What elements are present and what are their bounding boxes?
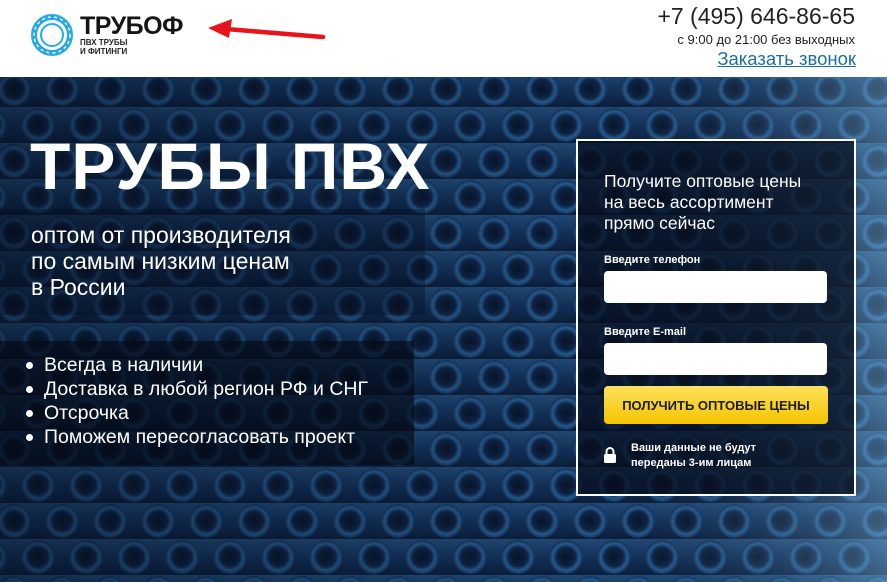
logo-text: ТРУБОФ ПВХ ТРУБЫ И ФИТИНГИ <box>80 12 183 57</box>
benefit-text: Поможем пересогласовать проект <box>44 426 356 448</box>
benefit-text: Всегда в наличии <box>44 354 204 376</box>
phone-number[interactable]: +7 (495) 646-86-65 <box>657 3 855 30</box>
working-hours: с 9:00 до 21:00 без выходных <box>677 32 855 47</box>
bullet-dot-icon <box>26 409 33 417</box>
logo-ring-icon <box>31 14 73 56</box>
bullet-dot-icon <box>26 385 33 393</box>
benefit-item: Поможем пересогласовать проект <box>26 425 368 449</box>
benefit-item: Всегда в наличии <box>26 353 368 377</box>
get-wholesale-prices-button[interactable]: ПОЛУЧИТЬ ОПТОВЫЕ ЦЕНЫ <box>604 386 828 424</box>
benefit-text: Доставка в любой регион РФ и СНГ <box>44 378 369 400</box>
hero-subtitle-line: оптом от производителя <box>31 222 291 248</box>
hero-subtitle-line: по самым низким ценам <box>31 248 290 274</box>
form-title-line: Получите оптовые цены <box>604 171 802 191</box>
phone-input[interactable] <box>604 271 827 303</box>
bullet-dot-icon <box>26 433 33 441</box>
benefits-list: Всегда в наличии Доставка в любой регион… <box>26 353 368 449</box>
site-header: ТРУБОФ ПВХ ТРУБЫ И ФИТИНГИ +7 (495) 646-… <box>0 0 887 77</box>
wholesale-price-form: Получите оптовые цены на весь ассортимен… <box>576 139 856 496</box>
hero-subtitle: оптом от производителя по самым низким ц… <box>31 222 291 300</box>
logo-name: ТРУБОФ <box>80 12 183 40</box>
lock-icon <box>604 447 616 463</box>
hero-subtitle-line: в России <box>31 274 126 300</box>
form-title: Получите оптовые цены на весь ассортимен… <box>604 171 801 234</box>
callback-link[interactable]: Заказать звонок <box>717 48 856 70</box>
logo[interactable]: ТРУБОФ ПВХ ТРУБЫ И ФИТИНГИ <box>30 12 210 58</box>
privacy-note: Ваши данные не будут переданы 3-им лицам <box>631 441 756 471</box>
red-arrow-annotation-icon <box>208 19 326 40</box>
privacy-line: переданы 3-им лицам <box>631 457 752 469</box>
hero-section: ТРУБЫ ПВХ оптом от производителя по самы… <box>0 77 887 582</box>
benefit-item: Доставка в любой регион РФ и СНГ <box>26 377 368 401</box>
form-title-line: прямо сейчас <box>604 213 715 233</box>
hero-title: ТРУБЫ ПВХ <box>30 129 431 203</box>
benefit-item: Отсрочка <box>26 401 368 425</box>
benefit-text: Отсрочка <box>44 402 129 424</box>
form-title-line: на весь ассортимент <box>604 192 774 212</box>
bullet-dot-icon <box>26 361 33 369</box>
phone-label: Введите телефон <box>604 254 701 266</box>
logo-tagline-2: И ФИТИНГИ <box>80 47 128 56</box>
email-input[interactable] <box>604 343 827 375</box>
email-label: Введите E-mail <box>604 326 686 338</box>
privacy-line: Ваши данные не будут <box>631 442 757 454</box>
